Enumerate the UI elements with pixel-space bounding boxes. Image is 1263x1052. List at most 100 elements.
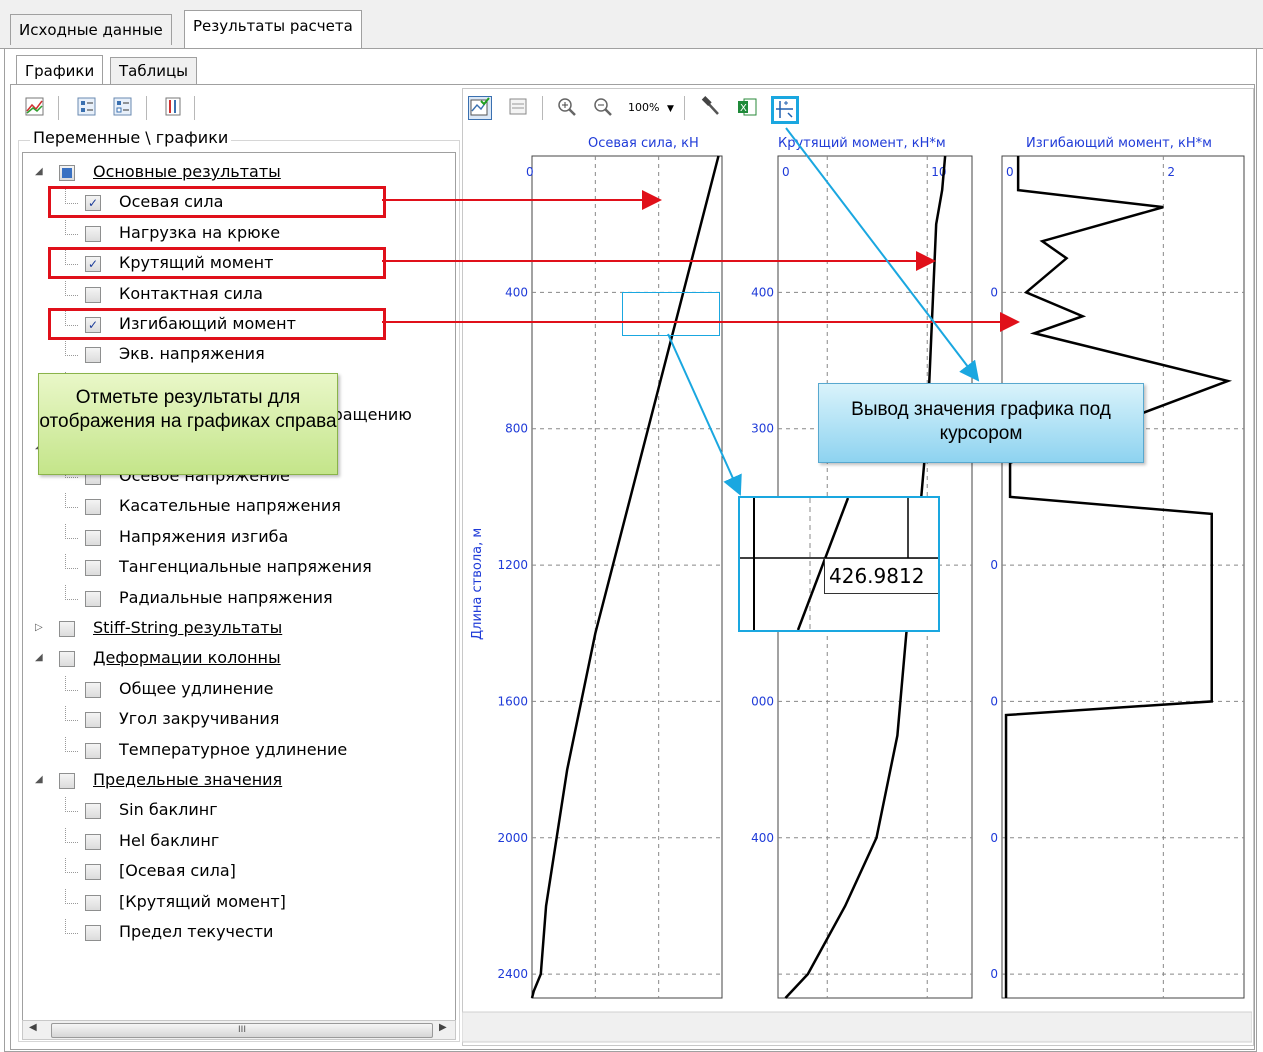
- tree-connector: [65, 523, 78, 539]
- cursor-value-icon[interactable]: [771, 96, 799, 124]
- y-tick-label: 400: [505, 285, 528, 299]
- tree-connector: [65, 280, 78, 296]
- show-grid-icon[interactable]: [468, 96, 492, 120]
- plot-frame: [531, 155, 723, 999]
- tree-item-label: Деформации колонны: [93, 648, 281, 668]
- tree-item-label: Касательные напряжения: [119, 496, 341, 516]
- expand-all-icon[interactable]: [76, 96, 98, 118]
- checkbox[interactable]: [59, 621, 75, 637]
- y-tick-label: 300: [751, 422, 774, 436]
- tree-connector: [65, 706, 78, 722]
- checkbox[interactable]: [85, 681, 101, 698]
- scroll-right-arrow-icon[interactable]: ▶: [439, 1022, 447, 1033]
- collapse-arrow-icon[interactable]: ◢: [35, 159, 43, 185]
- tree-item-label: Радиальные напряжения: [119, 587, 333, 607]
- y-axis-label: Длина ствола, м: [470, 527, 485, 640]
- tree-connector: [65, 554, 78, 570]
- checkbox[interactable]: [85, 225, 101, 242]
- plot-status-bar: [462, 1011, 1252, 1043]
- zoom-level-label: 100%: [628, 101, 660, 114]
- y-tick-label: 400: [751, 285, 774, 299]
- tree-connector: [65, 919, 78, 934]
- y-tick-label: 1200: [497, 558, 528, 572]
- y-tick-label: 1600: [497, 694, 528, 708]
- variables-tree: ◢ Основные результаты ✓ Осевая сила Нагрузка…: [22, 152, 456, 1022]
- y-tick-label: 0: [990, 285, 998, 299]
- callout-cursor-value: Вывод значения графика под курсором: [818, 383, 1144, 463]
- checkbox[interactable]: [85, 742, 101, 759]
- collapse-arrow-icon[interactable]: ◢: [35, 645, 43, 671]
- export-excel-icon[interactable]: X: [736, 96, 758, 118]
- x-tick-label: 0: [526, 165, 534, 179]
- checkbox[interactable]: [85, 894, 101, 911]
- tree-item-label: Температурное удлинение: [119, 739, 348, 759]
- hammer-icon[interactable]: [700, 96, 722, 118]
- tree-item-label: [Крутящий момент]: [119, 891, 286, 911]
- checkbox[interactable]: [85, 499, 101, 516]
- checkbox[interactable]: [85, 286, 101, 303]
- tree-item-label: Нагрузка на крюке: [119, 222, 281, 242]
- chart-settings-icon[interactable]: [508, 96, 530, 118]
- tab-input-data[interactable]: Исходные данные: [10, 14, 172, 45]
- checkbox[interactable]: [85, 560, 101, 577]
- tree-hscrollbar[interactable]: ◀ III ▶: [22, 1020, 456, 1040]
- checkbox[interactable]: [59, 773, 75, 789]
- zoom-level-dropdown[interactable]: 100% ▼: [628, 98, 674, 119]
- tree-item-label: Основные результаты: [93, 162, 281, 181]
- tab-charts[interactable]: Графики: [16, 55, 104, 86]
- checkbox[interactable]: [85, 529, 101, 546]
- y-tick-label: 800: [505, 422, 528, 436]
- checkbox[interactable]: [85, 590, 101, 607]
- tree-connector: [65, 888, 78, 904]
- tree-item-label: [Осевая сила]: [119, 861, 236, 881]
- scroll-left-arrow-icon[interactable]: ◀: [29, 1022, 37, 1033]
- y-tick-label: 0: [990, 831, 998, 845]
- tab-results[interactable]: Результаты расчета: [184, 10, 362, 48]
- x-tick-label: 0: [782, 165, 790, 179]
- y-tick-label: 0: [990, 694, 998, 708]
- tree-connector: [65, 736, 78, 752]
- checkbox[interactable]: [85, 833, 101, 850]
- highlight-axial-force: [48, 186, 386, 218]
- main-tab-bar: Исходные данные Результаты расчета: [0, 0, 1263, 49]
- checkbox[interactable]: [85, 712, 101, 729]
- plot-title-torque: Крутящий момент, кН*м: [778, 136, 946, 151]
- checkbox[interactable]: [85, 925, 101, 941]
- x-tick-label: 2: [1167, 165, 1175, 179]
- tab-tables[interactable]: Таблицы: [110, 57, 197, 84]
- collapse-all-icon[interactable]: [112, 96, 134, 118]
- y-tick-label: 2400: [497, 967, 528, 981]
- expand-arrow-icon[interactable]: ▷: [35, 615, 43, 641]
- scroll-thumb[interactable]: III: [51, 1023, 433, 1038]
- tree-item-label: Экв. напряжения: [119, 344, 265, 364]
- tree-item-label: Предельные значения: [93, 770, 283, 789]
- tree-item-label: Sin баклинг: [119, 800, 218, 820]
- collapse-arrow-icon[interactable]: ◢: [35, 767, 43, 793]
- zoom-in-icon[interactable]: [556, 96, 578, 118]
- zoom-out-icon[interactable]: [592, 96, 614, 118]
- tree-item-label: Угол закручивания: [119, 709, 280, 729]
- tree-connector: [65, 219, 78, 235]
- tree-item-label: Hel баклинг: [119, 830, 220, 850]
- chevron-down-icon: ▼: [666, 104, 674, 114]
- cursor-zoom-region: [622, 292, 720, 336]
- cursor-readout-inset: 426.9812: [738, 496, 940, 632]
- filter-icon[interactable]: [162, 96, 184, 118]
- chart-icon[interactable]: [24, 96, 46, 118]
- plot-title-axial-force: Осевая сила, кН: [588, 136, 699, 151]
- checkbox[interactable]: [85, 347, 101, 364]
- checkbox[interactable]: [85, 864, 101, 881]
- y-tick-label: 0: [990, 967, 998, 981]
- tree-item-label: Напряжения изгиба: [119, 526, 289, 546]
- tree-item-label: Общее удлинение: [119, 678, 274, 698]
- checkbox[interactable]: [59, 651, 75, 668]
- tree-connector: [65, 584, 78, 600]
- checkbox[interactable]: [85, 803, 101, 820]
- checkbox[interactable]: [59, 165, 75, 181]
- highlight-bending: [48, 308, 386, 340]
- y-tick-label: 000: [751, 694, 774, 708]
- tree-connector: [65, 675, 78, 691]
- tree-connector: [65, 341, 78, 357]
- y-tick-label: 0: [990, 558, 998, 572]
- x-tick-label: 0: [1006, 165, 1014, 179]
